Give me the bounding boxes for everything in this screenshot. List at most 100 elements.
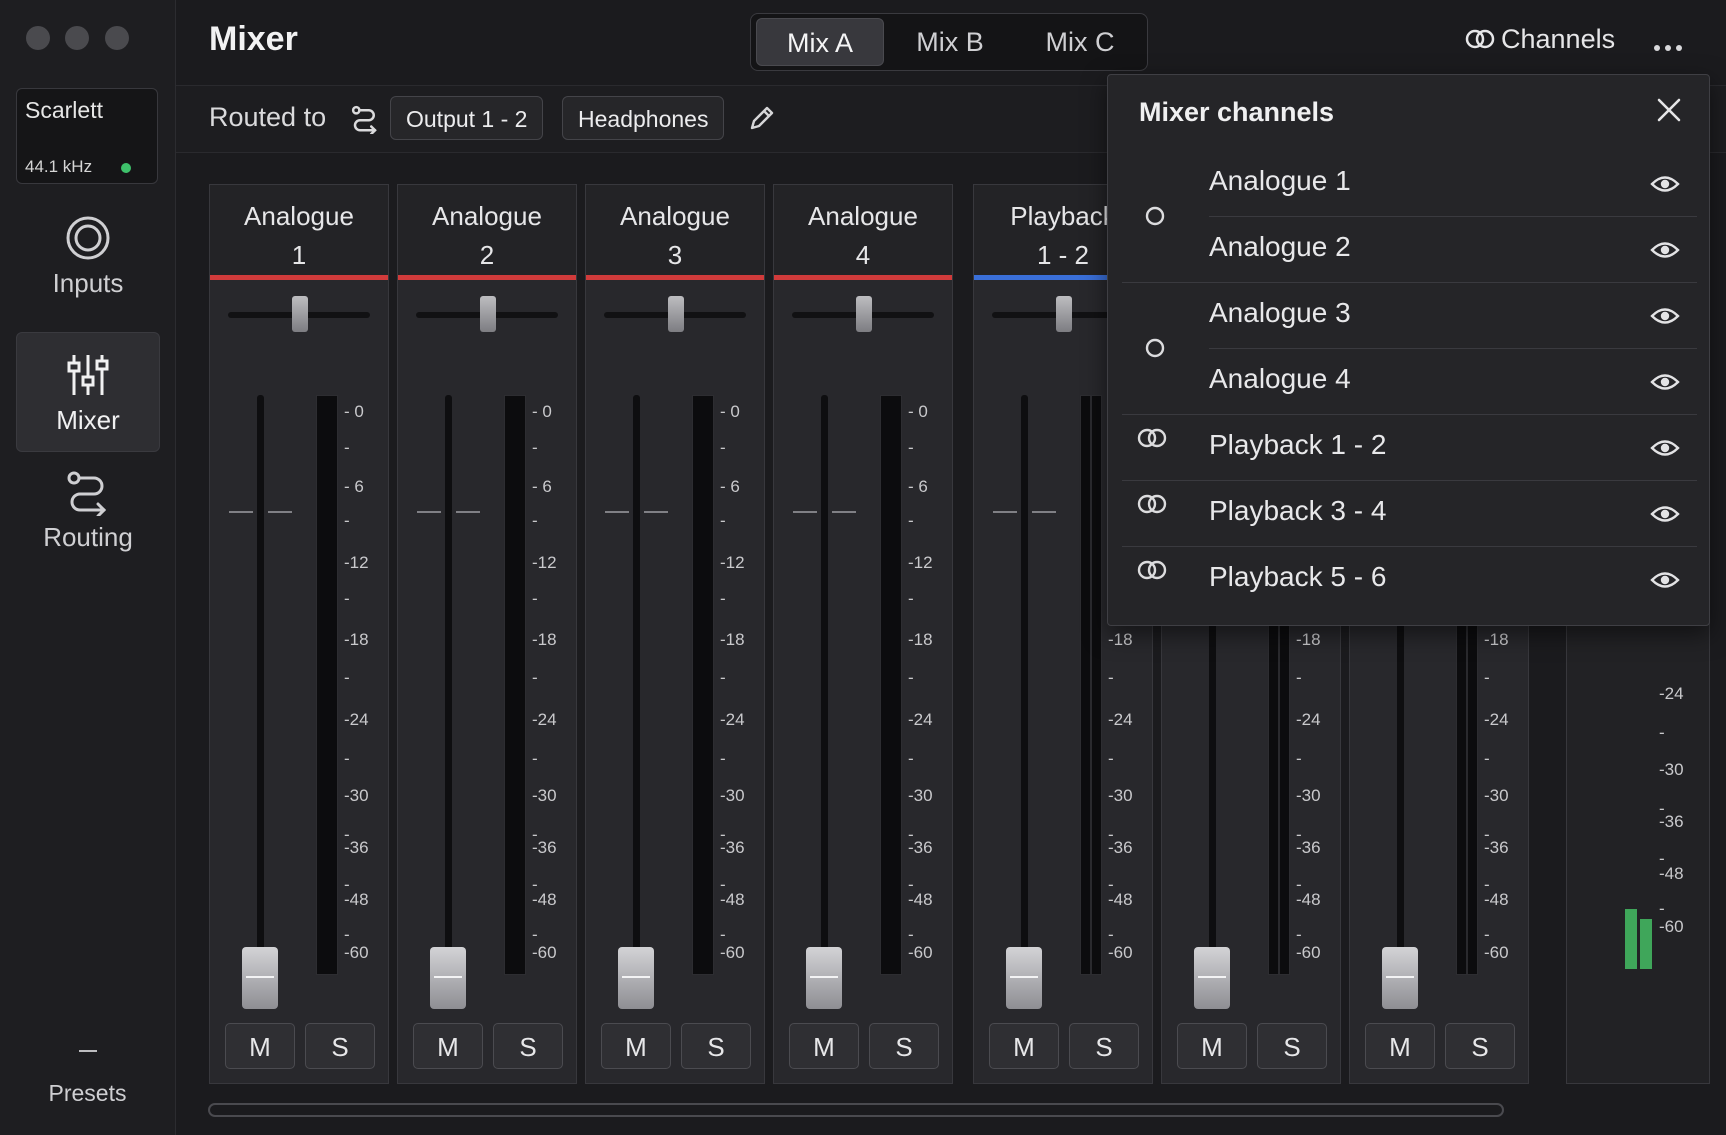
horizontal-scrollbar[interactable] — [208, 1103, 1504, 1117]
mute-button[interactable]: M — [789, 1023, 859, 1069]
window-zoom-button[interactable] — [105, 26, 129, 50]
headphones-chip[interactable]: Headphones — [562, 96, 725, 140]
meter-scale-tick: -18 — [1108, 630, 1133, 649]
eye-icon[interactable] — [1650, 305, 1680, 327]
eye-icon[interactable] — [1650, 503, 1680, 525]
fader-track[interactable] — [821, 395, 828, 985]
window-close-button[interactable] — [26, 26, 50, 50]
fader-knob[interactable] — [1006, 947, 1042, 1009]
fader-track[interactable] — [1021, 395, 1028, 985]
meter-scale-tick: - — [1659, 723, 1665, 742]
strip-header[interactable]: Analogue 1 — [210, 185, 388, 275]
fader-knob[interactable] — [618, 947, 654, 1009]
stereo-link-icon[interactable] — [1136, 493, 1168, 515]
channels-button[interactable]: Channels — [1465, 24, 1615, 55]
close-icon[interactable] — [1656, 97, 1682, 123]
solo-button[interactable]: S — [305, 1023, 375, 1069]
nav-inputs[interactable]: Inputs — [16, 214, 160, 334]
mix-tabs: Mix A Mix B Mix C — [750, 13, 1148, 71]
pan-knob[interactable] — [292, 296, 308, 332]
device-card[interactable]: Scarlett 44.1 kHz — [16, 88, 158, 184]
tab-mix-b[interactable]: Mix B — [886, 18, 1014, 66]
meter-scale-tick: -24 — [720, 710, 745, 729]
meter-scale-tick: - — [344, 589, 350, 608]
meter-scale-tick: - — [908, 589, 914, 608]
meter-scale-tick: -36 — [1296, 838, 1321, 857]
fader-knob[interactable] — [1194, 947, 1230, 1009]
nav-routing[interactable]: Routing — [16, 468, 160, 588]
meter-scale-tick: -36 — [1108, 838, 1133, 857]
solo-button[interactable]: S — [681, 1023, 751, 1069]
eye-icon[interactable] — [1650, 569, 1680, 591]
mono-group-icon[interactable] — [1144, 337, 1166, 359]
strip-name-line1: Analogue — [432, 201, 542, 231]
channel-strip: Analogue 3- 0-- 6- -12- -18- -24- -30- -36- -4… — [585, 184, 765, 1084]
edit-pencil-icon[interactable] — [748, 104, 776, 132]
fader-knob[interactable] — [430, 947, 466, 1009]
channel-row-label: Analogue 2 — [1209, 231, 1351, 262]
mute-button[interactable]: M — [989, 1023, 1059, 1069]
mute-button[interactable]: M — [1365, 1023, 1435, 1069]
strip-color-bar — [586, 275, 764, 280]
presets-handle[interactable] — [79, 1050, 97, 1052]
tab-mix-a[interactable]: Mix A — [756, 18, 884, 66]
tab-mix-c[interactable]: Mix C — [1016, 18, 1144, 66]
channel-row[interactable]: Playback 1 - 2 — [1122, 415, 1697, 481]
eye-icon[interactable] — [1650, 371, 1680, 393]
strip-header[interactable]: Analogue 3 — [586, 185, 764, 275]
fader-track[interactable] — [633, 395, 640, 985]
meter-scale-tick: - — [908, 438, 914, 457]
pan-knob[interactable] — [1056, 296, 1072, 332]
presets-button[interactable]: Presets — [0, 1080, 175, 1107]
channel-row[interactable]: Analogue 3 — [1122, 283, 1697, 349]
unity-mark — [268, 511, 292, 513]
strip-header[interactable]: Analogue 4 — [774, 185, 952, 275]
fader-track[interactable] — [445, 395, 452, 985]
popover-title: Mixer channels — [1139, 97, 1335, 127]
mute-button[interactable]: M — [601, 1023, 671, 1069]
channel-row-label: Analogue 1 — [1209, 165, 1351, 196]
fader-knob[interactable] — [1382, 947, 1418, 1009]
solo-button[interactable]: S — [1257, 1023, 1327, 1069]
channel-row-label: Analogue 4 — [1209, 363, 1351, 394]
channel-row[interactable]: Analogue 2 — [1122, 217, 1697, 283]
channel-row[interactable]: Playback 5 - 6 — [1122, 547, 1697, 613]
channel-row[interactable]: Playback 3 - 4 — [1122, 481, 1697, 547]
solo-button[interactable]: S — [1445, 1023, 1515, 1069]
stereo-link-icon[interactable] — [1136, 559, 1168, 581]
solo-button[interactable]: S — [1069, 1023, 1139, 1069]
meter-scale-tick: -36 — [720, 838, 745, 857]
meter-scale-tick: - — [720, 749, 726, 768]
stereo-link-icon[interactable] — [1136, 427, 1168, 449]
eye-icon[interactable] — [1650, 239, 1680, 261]
mute-button[interactable]: M — [1177, 1023, 1247, 1069]
eye-icon[interactable] — [1650, 437, 1680, 459]
pan-knob[interactable] — [480, 296, 496, 332]
mono-group-icon[interactable] — [1144, 205, 1166, 227]
fader-track[interactable] — [257, 395, 264, 985]
meter-scale-tick: - 6 — [720, 477, 740, 496]
meter-scale-tick: -24 — [1296, 710, 1321, 729]
mute-button[interactable]: M — [225, 1023, 295, 1069]
pan-knob[interactable] — [668, 296, 684, 332]
eye-icon[interactable] — [1650, 173, 1680, 195]
nav-mixer[interactable]: Mixer — [16, 332, 160, 452]
output-chip[interactable]: Output 1 - 2 — [390, 96, 544, 140]
meter-scale-tick: -60 — [1484, 943, 1509, 962]
solo-button[interactable]: S — [869, 1023, 939, 1069]
fader-knob[interactable] — [806, 947, 842, 1009]
strip-header[interactable]: Analogue 2 — [398, 185, 576, 275]
fader-knob[interactable] — [242, 947, 278, 1009]
window-minimize-button[interactable] — [65, 26, 89, 50]
meter-scale-tick: - — [532, 668, 538, 687]
meter-scale-tick: - — [1659, 899, 1665, 918]
channel-row[interactable]: Analogue 4 — [1122, 349, 1697, 415]
meter-scale-tick: -18 — [532, 630, 557, 649]
more-options-icon[interactable] — [1654, 38, 1687, 56]
solo-button[interactable]: S — [493, 1023, 563, 1069]
nav-label: Routing — [43, 522, 133, 552]
meter-scale-tick: - — [344, 668, 350, 687]
channel-row[interactable]: Analogue 1 — [1122, 151, 1697, 217]
pan-knob[interactable] — [856, 296, 872, 332]
mute-button[interactable]: M — [413, 1023, 483, 1069]
